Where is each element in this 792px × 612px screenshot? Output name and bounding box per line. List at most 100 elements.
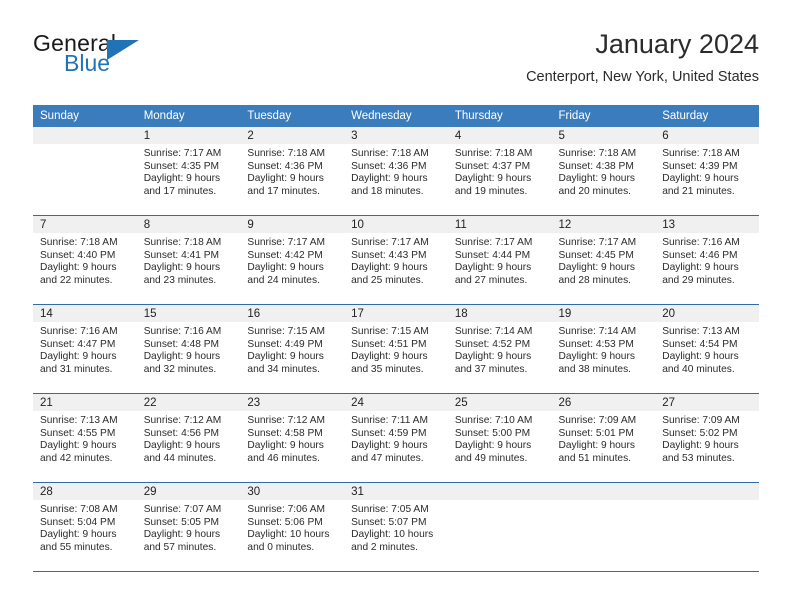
sunset-text: Sunset: 4:35 PM [143, 160, 220, 172]
day-cell-content: 15 Sunrise: 7:16 AM Sunset: 4:48 PM Dayligh… [136, 305, 241, 393]
daylight-text-line1: Daylight: 9 hours [247, 351, 324, 363]
calendar-day-cell[interactable]: 14 Sunrise: 7:16 AM Sunset: 4:47 PM Dayligh… [33, 304, 137, 394]
sunset-text: Sunset: 4:38 PM [558, 160, 634, 172]
calendar-day-cell[interactable]: 4 Sunrise: 7:18 AM Sunset: 4:37 PM Daylight… [447, 127, 552, 216]
calendar-day-cell[interactable]: 24 Sunrise: 7:11 AM Sunset: 4:59 PM Dayligh… [344, 393, 448, 483]
day-number: 28 [33, 483, 137, 500]
calendar-day-cell[interactable]: 28 Sunrise: 7:08 AM Sunset: 5:04 PM Dayligh… [33, 482, 137, 572]
calendar-day-cell[interactable]: 10 Sunrise: 7:17 AM Sunset: 4:43 PM Dayligh… [344, 215, 448, 305]
calendar-day-cell[interactable]: 30 Sunrise: 7:06 AM Sunset: 5:06 PM Dayligh… [240, 482, 345, 572]
sunset-text: Sunset: 4:37 PM [454, 160, 531, 172]
calendar-day-cell[interactable]: 20 Sunrise: 7:13 AM Sunset: 4:54 PM Dayligh… [655, 304, 759, 394]
sunrise-text: Sunrise: 7:18 AM [143, 237, 222, 248]
day-cell-content [551, 483, 656, 571]
day-number: 16 [240, 305, 345, 322]
day-cell-content: 19 Sunrise: 7:14 AM Sunset: 4:53 PM Dayligh… [551, 305, 656, 393]
sunrise-text: Sunrise: 7:08 AM [40, 504, 118, 515]
daylight-text-line2: and 46 minutes. [247, 452, 320, 464]
weekday-header-friday: Friday [551, 105, 656, 127]
day-number: 8 [136, 216, 241, 233]
sunrise-text: Sunrise: 7:17 AM [454, 237, 533, 248]
daylight-text-line1: Daylight: 9 hours [454, 351, 532, 363]
weekday-header-tuesday: Tuesday [240, 105, 345, 127]
sunrise-text: Sunrise: 7:17 AM [558, 237, 637, 248]
sunset-text: Sunset: 5:00 PM [454, 427, 531, 439]
title-block: January 2024 Centerport, New York, Unite… [526, 28, 759, 87]
calendar-day-cell[interactable]: 2 Sunrise: 7:18 AM Sunset: 4:36 PM Daylight… [240, 127, 345, 216]
day-details: Sunrise: 7:16 AM Sunset: 4:47 PM Daylight:… [33, 322, 137, 376]
calendar-day-cell[interactable]: 22 Sunrise: 7:12 AM Sunset: 4:56 PM Dayligh… [136, 393, 241, 483]
page-subtitle: Centerport, New York, United States [526, 69, 759, 85]
calendar-day-cell[interactable] [33, 127, 137, 216]
calendar-day-cell[interactable]: 1 Sunrise: 7:17 AM Sunset: 4:35 PM Daylight… [136, 127, 241, 216]
day-details: Sunrise: 7:09 AM Sunset: 5:02 PM Daylight:… [655, 411, 759, 465]
day-cell-content: 9 Sunrise: 7:17 AM Sunset: 4:42 PM Daylight… [240, 216, 345, 304]
day-number: 9 [240, 216, 345, 233]
calendar-day-cell[interactable] [655, 482, 759, 572]
calendar-day-cell[interactable]: 17 Sunrise: 7:15 AM Sunset: 4:51 PM Dayligh… [344, 304, 448, 394]
daylight-text-line2: and 44 minutes. [143, 452, 217, 464]
calendar-day-cell[interactable]: 9 Sunrise: 7:17 AM Sunset: 4:42 PM Daylight… [240, 215, 345, 305]
calendar-day-cell[interactable]: 12 Sunrise: 7:17 AM Sunset: 4:45 PM Dayligh… [551, 215, 656, 305]
calendar-day-cell[interactable]: 21 Sunrise: 7:13 AM Sunset: 4:55 PM Dayligh… [33, 393, 137, 483]
calendar-day-cell[interactable]: 15 Sunrise: 7:16 AM Sunset: 4:48 PM Dayligh… [136, 304, 241, 394]
calendar-day-cell[interactable]: 29 Sunrise: 7:07 AM Sunset: 5:05 PM Dayligh… [136, 482, 241, 572]
calendar-day-cell[interactable]: 26 Sunrise: 7:09 AM Sunset: 5:01 PM Dayligh… [551, 393, 656, 483]
calendar-day-cell[interactable]: 23 Sunrise: 7:12 AM Sunset: 4:58 PM Dayligh… [240, 393, 345, 483]
sunrise-text: Sunrise: 7:13 AM [40, 415, 118, 426]
calendar-day-cell[interactable]: 18 Sunrise: 7:14 AM Sunset: 4:52 PM Dayligh… [447, 304, 552, 394]
calendar-day-cell[interactable]: 11 Sunrise: 7:17 AM Sunset: 4:44 PM Dayligh… [447, 215, 552, 305]
sunset-text: Sunset: 4:44 PM [454, 249, 531, 261]
calendar-day-cell[interactable]: 8 Sunrise: 7:18 AM Sunset: 4:41 PM Daylight… [136, 215, 241, 305]
daylight-text-line2: and 49 minutes. [454, 452, 528, 464]
calendar-day-cell[interactable] [447, 482, 552, 572]
daylight-text-line1: Daylight: 9 hours [558, 440, 635, 452]
day-details: Sunrise: 7:16 AM Sunset: 4:48 PM Daylight:… [137, 322, 241, 376]
day-details: Sunrise: 7:06 AM Sunset: 5:06 PM Daylight:… [240, 500, 344, 554]
daylight-text-line1: Daylight: 9 hours [351, 262, 428, 274]
calendar-day-cell[interactable]: 19 Sunrise: 7:14 AM Sunset: 4:53 PM Dayligh… [551, 304, 656, 394]
sunrise-text: Sunrise: 7:18 AM [662, 148, 740, 159]
sunset-text: Sunset: 4:46 PM [662, 249, 738, 261]
daylight-text-line1: Daylight: 9 hours [662, 440, 739, 452]
calendar-day-cell[interactable]: 7 Sunrise: 7:18 AM Sunset: 4:40 PM Daylight… [33, 215, 137, 305]
day-details: Sunrise: 7:18 AM Sunset: 4:39 PM Daylight:… [655, 144, 759, 198]
calendar-day-cell[interactable]: 25 Sunrise: 7:10 AM Sunset: 5:00 PM Dayligh… [447, 393, 552, 483]
calendar-day-cell[interactable] [551, 482, 656, 572]
calendar-day-cell[interactable]: 27 Sunrise: 7:09 AM Sunset: 5:02 PM Dayligh… [655, 393, 759, 483]
day-cell-content: 2 Sunrise: 7:18 AM Sunset: 4:36 PM Daylight… [240, 127, 345, 215]
day-details: Sunrise: 7:17 AM Sunset: 4:43 PM Daylight:… [344, 233, 448, 287]
day-cell-content: 21 Sunrise: 7:13 AM Sunset: 4:55 PM Dayligh… [33, 394, 137, 482]
sunrise-text: Sunrise: 7:17 AM [143, 148, 222, 159]
calendar-day-cell[interactable]: 31 Sunrise: 7:05 AM Sunset: 5:07 PM Dayligh… [344, 482, 448, 572]
day-details: Sunrise: 7:17 AM Sunset: 4:44 PM Daylight:… [448, 233, 552, 287]
day-number: 15 [136, 305, 241, 322]
daylight-text-line2: and 34 minutes. [247, 363, 320, 375]
daylight-text-line1: Daylight: 9 hours [351, 440, 428, 452]
sunset-text: Sunset: 5:06 PM [247, 516, 323, 528]
calendar-day-cell[interactable]: 13 Sunrise: 7:16 AM Sunset: 4:46 PM Dayligh… [655, 215, 759, 305]
calendar-day-cell[interactable]: 6 Sunrise: 7:18 AM Sunset: 4:39 PM Daylight… [655, 127, 759, 216]
sunset-text: Sunset: 4:36 PM [351, 160, 427, 172]
calendar-day-cell[interactable]: 5 Sunrise: 7:18 AM Sunset: 4:38 PM Daylight… [551, 127, 656, 216]
daylight-text-line1: Daylight: 9 hours [454, 440, 532, 452]
daylight-text-line1: Daylight: 9 hours [143, 262, 221, 274]
sunrise-text: Sunrise: 7:14 AM [454, 326, 533, 337]
calendar-day-cell[interactable]: 3 Sunrise: 7:18 AM Sunset: 4:36 PM Daylight… [344, 127, 448, 216]
day-number: 11 [447, 216, 552, 233]
day-number: 21 [33, 394, 137, 411]
daylight-text-line2: and 22 minutes. [40, 274, 113, 286]
daylight-text-line2: and 29 minutes. [662, 274, 735, 286]
daylight-text-line1: Daylight: 9 hours [143, 173, 221, 185]
sunset-text: Sunset: 5:02 PM [662, 427, 738, 439]
daylight-text-line2: and 31 minutes. [40, 363, 113, 375]
day-details: Sunrise: 7:18 AM Sunset: 4:41 PM Daylight:… [137, 233, 241, 287]
sunrise-text: Sunrise: 7:18 AM [247, 148, 325, 159]
sunset-text: Sunset: 5:01 PM [558, 427, 634, 439]
generalblue-logo[interactable]: General Blue [33, 30, 213, 88]
calendar-day-cell[interactable]: 16 Sunrise: 7:15 AM Sunset: 4:49 PM Dayligh… [240, 304, 345, 394]
day-cell-content: 16 Sunrise: 7:15 AM Sunset: 4:49 PM Dayligh… [240, 305, 345, 393]
daylight-text-line2: and 40 minutes. [662, 363, 735, 375]
day-details: Sunrise: 7:11 AM Sunset: 4:59 PM Daylight:… [344, 411, 448, 465]
sunrise-text: Sunrise: 7:18 AM [454, 148, 533, 159]
